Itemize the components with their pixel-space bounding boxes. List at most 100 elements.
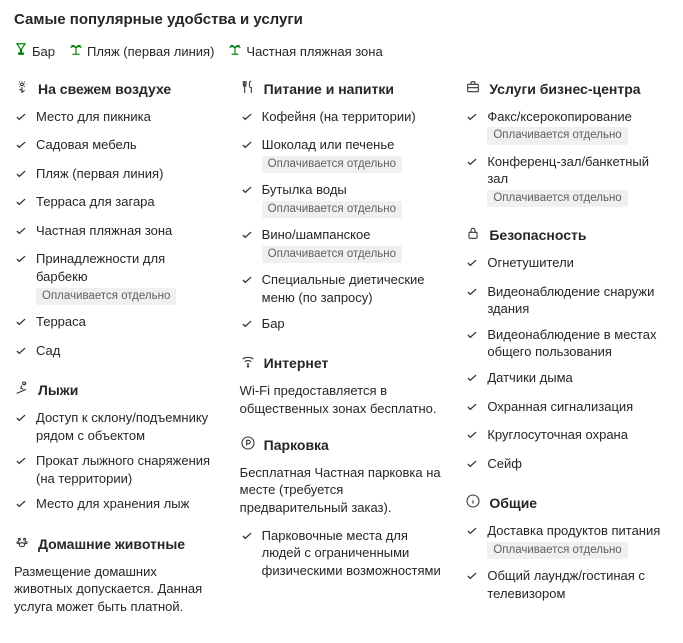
section-head: Лыжи	[14, 380, 218, 401]
check-icon	[14, 193, 28, 214]
column: Питание и напитки Кофейня (на территории)…	[240, 79, 444, 633]
check-icon	[14, 222, 28, 243]
item-text: Видеонаблюдение в местах общего пользова…	[487, 326, 669, 361]
section-description: Размещение домашних животных допускается…	[14, 563, 218, 616]
list-item: Кофейня (на территории)	[240, 108, 444, 129]
list-item: Прокат лыжного снаряжения (на территории…	[14, 452, 218, 487]
check-icon	[465, 108, 479, 129]
item-text: Частная пляжная зона	[36, 222, 218, 240]
paid-badge: Оплачивается отдельно	[36, 288, 176, 306]
check-icon	[14, 452, 28, 473]
item-text: Круглосуточная охрана	[487, 426, 669, 444]
check-icon	[14, 136, 28, 157]
list-item: Терраса для загара	[14, 193, 218, 214]
check-icon	[465, 369, 479, 390]
paid-badge: Оплачивается отдельно	[262, 156, 402, 174]
check-icon	[14, 313, 28, 334]
section-title: Общие	[489, 494, 537, 513]
check-icon	[240, 315, 254, 336]
palm-icon	[228, 42, 242, 61]
list-item: Частная пляжная зона	[14, 222, 218, 243]
item-text: Место для хранения лыж	[36, 495, 218, 513]
check-icon	[240, 136, 254, 157]
list-item: Видеонаблюдение снаружи здания	[465, 283, 669, 318]
section-head: Безопасность	[465, 225, 669, 246]
check-icon	[14, 165, 28, 186]
section-title: Лыжи	[38, 381, 78, 400]
check-icon	[240, 181, 254, 202]
list-item: Садовая мебель	[14, 136, 218, 157]
item-text: Бар	[262, 315, 444, 333]
section-head: Интернет	[240, 353, 444, 374]
list-item: Охранная сигнализация	[465, 398, 669, 419]
ski-icon	[14, 380, 30, 401]
section: На свежем воздухе Место для пикника Садова…	[14, 79, 218, 362]
item-text: Огнетушители	[487, 254, 669, 272]
item-text: Садовая мебель	[36, 136, 218, 154]
check-icon	[240, 271, 254, 292]
check-icon	[240, 108, 254, 129]
check-icon	[240, 527, 254, 548]
check-icon	[14, 495, 28, 516]
list-item: Место для пикника	[14, 108, 218, 129]
list-item: Видеонаблюдение в местах общего пользова…	[465, 326, 669, 361]
paw-icon	[14, 534, 30, 555]
item-text: Датчики дыма	[487, 369, 669, 387]
section-head: Парковка	[240, 435, 444, 456]
columns: На свежем воздухе Место для пикника Садова…	[14, 79, 669, 633]
info-icon	[465, 493, 481, 514]
top-amenity-label: Пляж (первая линия)	[87, 43, 214, 61]
item-text: Общий лаундж/гостиная с телевизором	[487, 567, 669, 602]
top-amenity: Бар	[14, 42, 55, 61]
column: Услуги бизнес-центраФакс/ксерокопировани…	[465, 79, 669, 633]
check-icon	[465, 398, 479, 419]
section: Парковка Бесплатная Частная парковка на м…	[240, 435, 444, 579]
list-item: Место для хранения лыж	[14, 495, 218, 516]
glass-icon	[14, 42, 28, 61]
item-text: Прокат лыжного снаряжения (на территории…	[36, 452, 218, 487]
item-text: Факс/ксерокопирование	[487, 108, 669, 126]
section: Безопасность Огнетушители Видеонаблюдение …	[465, 225, 669, 475]
list-item: Специальные диетические меню (по запросу…	[240, 271, 444, 306]
column: На свежем воздухе Место для пикника Садова…	[14, 79, 218, 633]
item-text: Пляж (первая линия)	[36, 165, 218, 183]
list-item: Круглосуточная охрана	[465, 426, 669, 447]
lock-icon	[465, 225, 481, 246]
item-text: Кофейня (на территории)	[262, 108, 444, 126]
check-icon	[465, 254, 479, 275]
section-title: Питание и напитки	[264, 80, 394, 99]
section-title: На свежем воздухе	[38, 80, 171, 99]
item-text: Принадлежности для барбекю	[36, 250, 218, 285]
paid-badge: Оплачивается отдельно	[487, 127, 627, 145]
section-description: Wi-Fi предоставляется в общественных зон…	[240, 382, 444, 417]
section-head: На свежем воздухе	[14, 79, 218, 100]
section: Лыжи Доступ к склону/подъемнику рядом с о…	[14, 380, 218, 516]
item-text: Шоколад или печенье	[262, 136, 444, 154]
section: Домашние животные Размещение домашних жив…	[14, 534, 218, 616]
item-text: Охранная сигнализация	[487, 398, 669, 416]
check-icon	[14, 108, 28, 129]
list-item: Сад	[14, 342, 218, 363]
item-text: Видеонаблюдение снаружи здания	[487, 283, 669, 318]
list-item: Доставка продуктов питания Оплачивается о…	[465, 522, 669, 559]
list-item: Общий лаундж/гостиная с телевизором	[465, 567, 669, 602]
check-icon	[14, 342, 28, 363]
check-icon	[465, 522, 479, 543]
section: Питание и напитки Кофейня (на территории)…	[240, 79, 444, 335]
section-head: Домашние животные	[14, 534, 218, 555]
paid-badge: Оплачивается отдельно	[487, 190, 627, 208]
list-item: Факс/ксерокопированиеОплачивается отдель…	[465, 108, 669, 145]
item-text: Доставка продуктов питания	[487, 522, 669, 540]
section-head: Общие	[465, 493, 669, 514]
paid-badge: Оплачивается отдельно	[487, 542, 627, 560]
list-item: Конференц-зал/банкетный залОплачивается …	[465, 153, 669, 208]
paid-badge: Оплачивается отдельно	[262, 201, 402, 219]
check-icon	[465, 455, 479, 476]
check-icon	[240, 226, 254, 247]
section-title: Домашние животные	[38, 535, 185, 554]
food-icon	[240, 79, 256, 100]
section-description: Бесплатная Частная парковка на месте (тр…	[240, 464, 444, 517]
list-item: Огнетушители	[465, 254, 669, 275]
list-item: Доступ к склону/подъемнику рядом с объек…	[14, 409, 218, 444]
list-item: Датчики дыма	[465, 369, 669, 390]
